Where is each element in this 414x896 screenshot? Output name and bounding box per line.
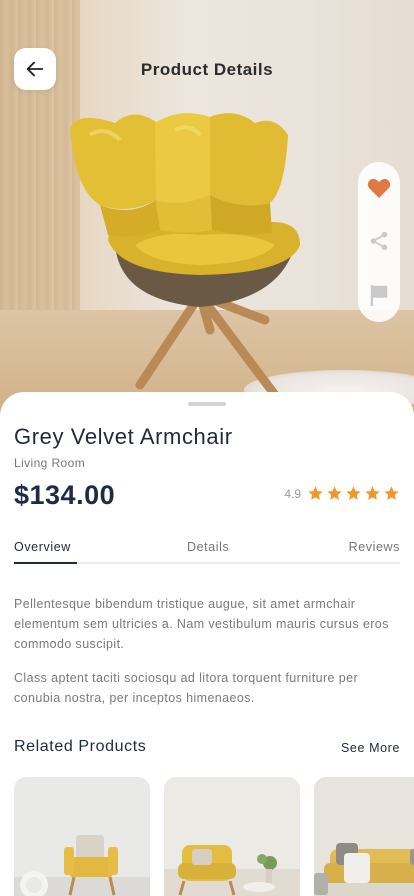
tab-reviews[interactable]: Reviews <box>349 540 400 554</box>
star-icon <box>346 486 361 500</box>
star-icon <box>384 486 399 500</box>
tab-details[interactable]: Details <box>187 540 229 554</box>
sheet-drag-handle[interactable] <box>188 402 226 406</box>
see-more-link[interactable]: See More <box>341 741 400 755</box>
detail-tabs: Overview Details Reviews <box>14 540 400 564</box>
related-product-card[interactable] <box>164 777 300 896</box>
heart-icon[interactable] <box>367 177 391 199</box>
related-product-image <box>14 777 150 896</box>
rating-value: 4.9 <box>284 486 301 501</box>
related-product-card[interactable] <box>14 777 150 896</box>
page-title: Product Details <box>140 60 274 79</box>
overview-paragraph: Pellentesque bibendum tristique augue, s… <box>14 597 389 651</box>
tab-overview[interactable]: Overview <box>14 540 71 554</box>
armchair-illustration <box>70 113 300 400</box>
star-icon <box>327 486 342 500</box>
star-icon <box>365 486 380 500</box>
product-hero-image: Product Details <box>0 0 414 420</box>
product-name: Grey Velvet Armchair <box>14 424 233 449</box>
product-rating: 4.9 <box>284 485 400 502</box>
active-tab-indicator <box>14 562 77 564</box>
star-icon <box>308 486 323 500</box>
product-action-bar <box>358 162 400 322</box>
overview-paragraph: Class aptent taciti sociosqu ad litora t… <box>14 671 359 705</box>
related-products-heading: Related Products <box>14 738 147 755</box>
related-product-image <box>164 777 300 896</box>
flag-icon[interactable] <box>368 283 390 307</box>
product-category: Living Room <box>14 456 86 470</box>
related-product-image <box>314 777 414 896</box>
related-product-card[interactable] <box>314 777 414 896</box>
product-price: $134.00 <box>14 480 116 510</box>
related-products-list <box>14 777 414 896</box>
product-details-sheet: Grey Velvet Armchair Living Room $134.00… <box>0 392 414 896</box>
share-icon[interactable] <box>368 230 390 252</box>
